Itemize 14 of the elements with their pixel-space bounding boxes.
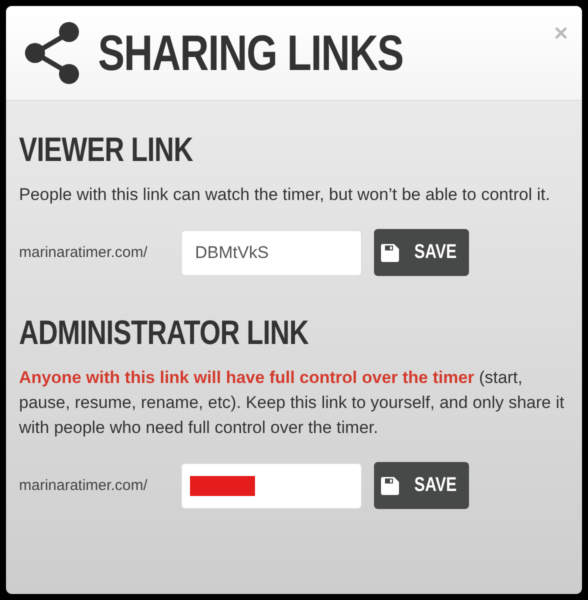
save-icon [381, 244, 399, 262]
save-icon [381, 476, 399, 494]
url-prefix: marinaratimer.com/ [19, 244, 148, 261]
link-input-field[interactable]: DBMtVkS [181, 230, 362, 276]
save-button[interactable]: SAVE [374, 229, 469, 276]
redaction-mark [190, 476, 255, 496]
save-button[interactable]: SAVE [374, 462, 469, 509]
dialog-title: SHARING LINKS [98, 24, 404, 82]
section-heading: VIEWER LINK [19, 131, 194, 170]
section-description: Anyone with this link will have full control over the timer (start, pause, resume, rename, etc). Keep this link to yourself, and only share it with people who need full control over the timer. [19, 367, 566, 439]
url-prefix: marinaratimer.com/ [19, 477, 148, 494]
section-description: People with this link can watch the timer, but won’t be able to control it. [19, 184, 552, 206]
section-heading: ADMINISTRATOR LINK [19, 314, 310, 353]
share-icon [24, 22, 82, 84]
